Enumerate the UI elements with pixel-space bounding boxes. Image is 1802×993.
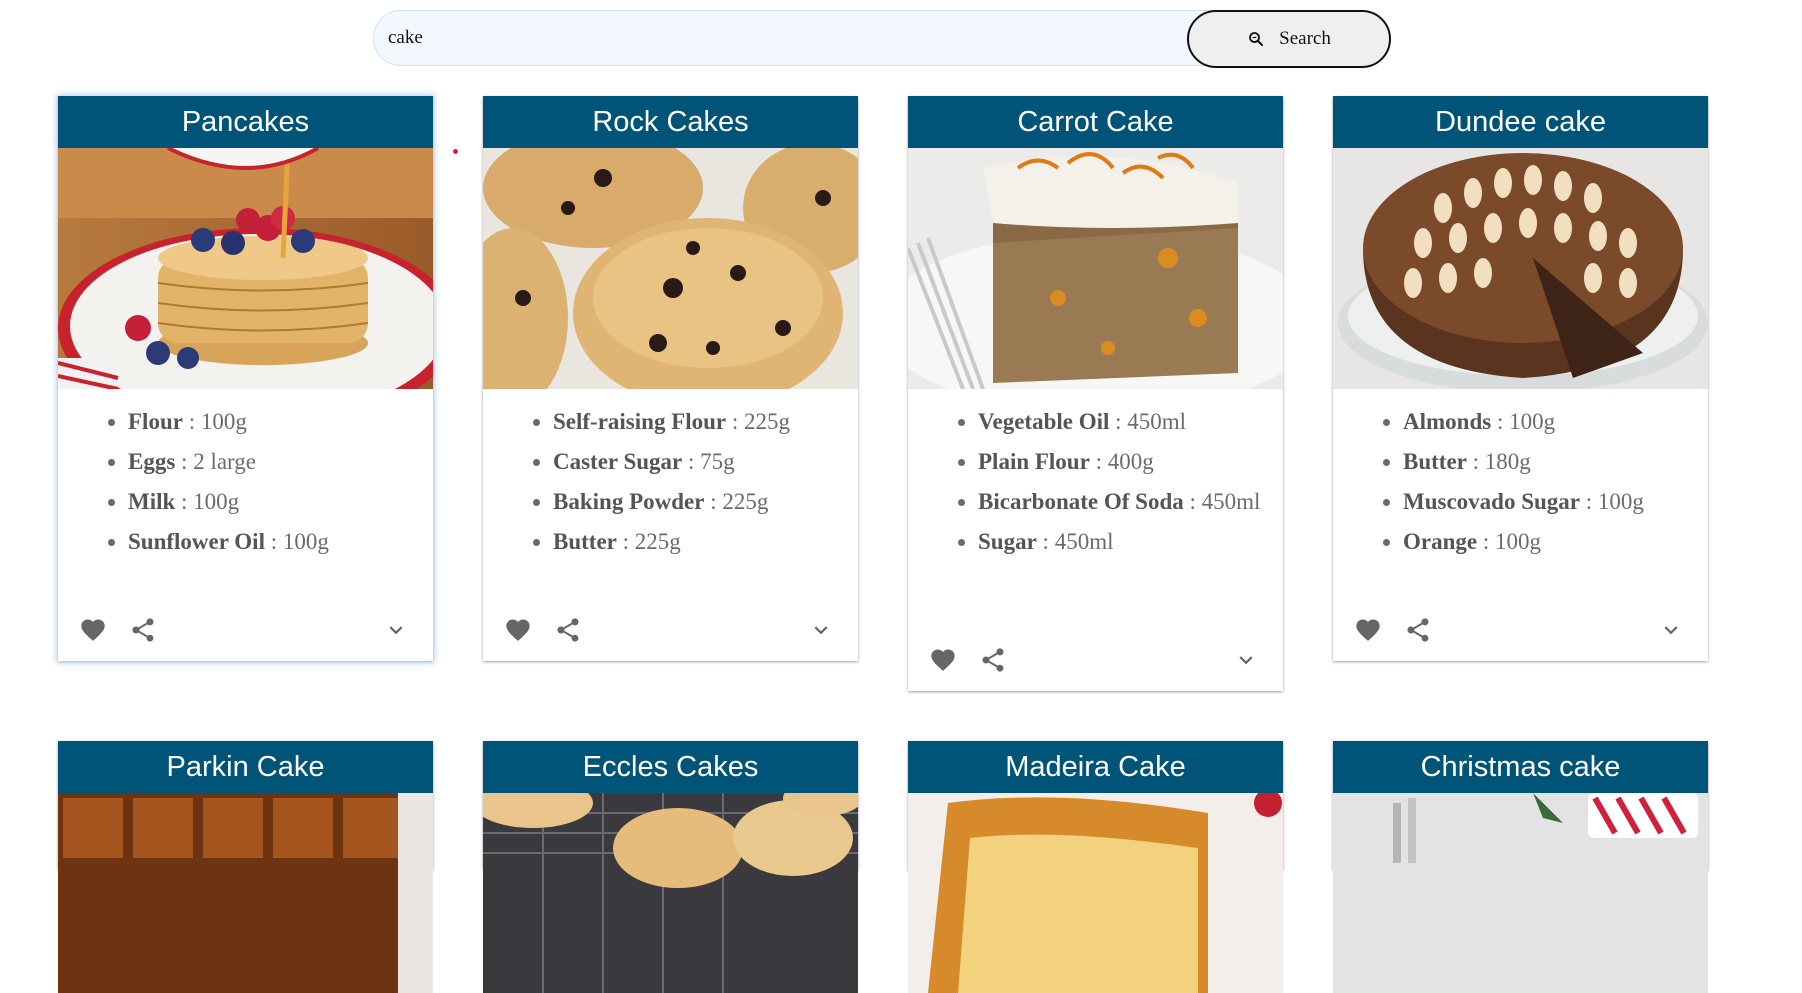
recipe-image-pancakes <box>58 148 433 389</box>
share-icon[interactable] <box>1403 615 1433 645</box>
recipe-card-carrot-cake[interactable]: Carrot Cake Vegetable Oil : 450ml Plain … <box>908 96 1283 691</box>
recipe-card-madeira-cake[interactable]: Madeira Cake <box>908 741 1283 993</box>
card-title: Carrot Cake <box>908 96 1283 148</box>
ingredient-list: Vegetable Oil : 450ml Plain Flour : 400g… <box>908 389 1283 557</box>
card-title: Dundee cake <box>1333 96 1708 148</box>
chevron-down-icon[interactable] <box>806 615 836 645</box>
recipe-image-eccles-cakes <box>483 793 858 993</box>
card-title: Christmas cake <box>1333 741 1708 793</box>
card-actions <box>483 611 858 647</box>
ingredient-item: Almonds : 100g <box>1403 407 1688 437</box>
ingredient-item: Butter : 225g <box>553 527 838 557</box>
recipe-card-pancakes[interactable]: Pancakes Flour : 100g Eggs : 2 large Mil… <box>58 96 433 661</box>
ingredient-list: Almonds : 100g Butter : 180g Muscovado S… <box>1333 389 1708 557</box>
ingredient-item: Muscovado Sugar : 100g <box>1403 487 1688 517</box>
ingredient-item: Milk : 100g <box>128 487 413 517</box>
ingredient-item: Baking Powder : 225g <box>553 487 838 517</box>
share-icon[interactable] <box>553 615 583 645</box>
ingredient-item: Caster Sugar : 75g <box>553 447 838 477</box>
ingredient-item: Butter : 180g <box>1403 447 1688 477</box>
ingredient-item: Eggs : 2 large <box>128 447 413 477</box>
search-button-label: Search <box>1279 28 1331 49</box>
heart-icon[interactable] <box>928 645 958 675</box>
heart-icon[interactable] <box>78 615 108 645</box>
recipe-card-dundee-cake[interactable]: Dundee cake Almonds : 100g Butter : 180g… <box>1333 96 1708 661</box>
red-dot <box>453 149 458 154</box>
recipe-card-rock-cakes[interactable]: Rock Cakes Self-raising Flour : 225g Cas… <box>483 96 858 661</box>
recipe-image-christmas-cake <box>1333 793 1708 993</box>
heart-icon[interactable] <box>1353 615 1383 645</box>
card-actions <box>1333 611 1708 647</box>
ingredient-item: Sunflower Oil : 100g <box>128 527 413 557</box>
ingredient-item: Bicarbonate Of Soda : 450ml <box>978 487 1263 517</box>
card-title: Rock Cakes <box>483 96 858 148</box>
chevron-down-icon[interactable] <box>1656 615 1686 645</box>
recipe-card-eccles-cakes[interactable]: Eccles Cakes <box>483 741 858 993</box>
card-actions <box>58 611 433 647</box>
recipe-image-rock-cakes <box>483 148 858 389</box>
chevron-down-icon[interactable] <box>381 615 411 645</box>
recipe-image-carrot-cake <box>908 148 1283 389</box>
recipe-card-christmas-cake[interactable]: Christmas cake <box>1333 741 1708 993</box>
ingredient-item: Self-raising Flour : 225g <box>553 407 838 437</box>
recipe-image-madeira-cake <box>908 793 1283 993</box>
share-icon[interactable] <box>978 645 1008 675</box>
ingredient-item: Plain Flour : 400g <box>978 447 1263 477</box>
card-title: Pancakes <box>58 96 433 148</box>
ingredient-item: Orange : 100g <box>1403 527 1688 557</box>
chevron-down-icon[interactable] <box>1231 645 1261 675</box>
card-actions <box>908 641 1283 677</box>
card-title: Parkin Cake <box>58 741 433 793</box>
ingredient-item: Vegetable Oil : 450ml <box>978 407 1263 437</box>
share-icon[interactable] <box>128 615 158 645</box>
search-input[interactable] <box>373 10 1233 66</box>
recipe-card-parkin-cake[interactable]: Parkin Cake <box>58 741 433 993</box>
card-title: Madeira Cake <box>908 741 1283 793</box>
ingredient-item: Sugar : 450ml <box>978 527 1263 557</box>
ingredient-list: Self-raising Flour : 225g Caster Sugar :… <box>483 389 858 557</box>
card-title: Eccles Cakes <box>483 741 858 793</box>
search-bar: Search <box>373 9 1391 71</box>
recipe-image-dundee-cake <box>1333 148 1708 389</box>
ingredient-item: Flour : 100g <box>128 407 413 437</box>
search-icon <box>1249 32 1264 46</box>
search-button[interactable]: Search <box>1187 10 1391 68</box>
recipe-image-parkin-cake <box>58 793 433 993</box>
heart-icon[interactable] <box>503 615 533 645</box>
ingredient-list: Flour : 100g Eggs : 2 large Milk : 100g … <box>58 389 433 557</box>
